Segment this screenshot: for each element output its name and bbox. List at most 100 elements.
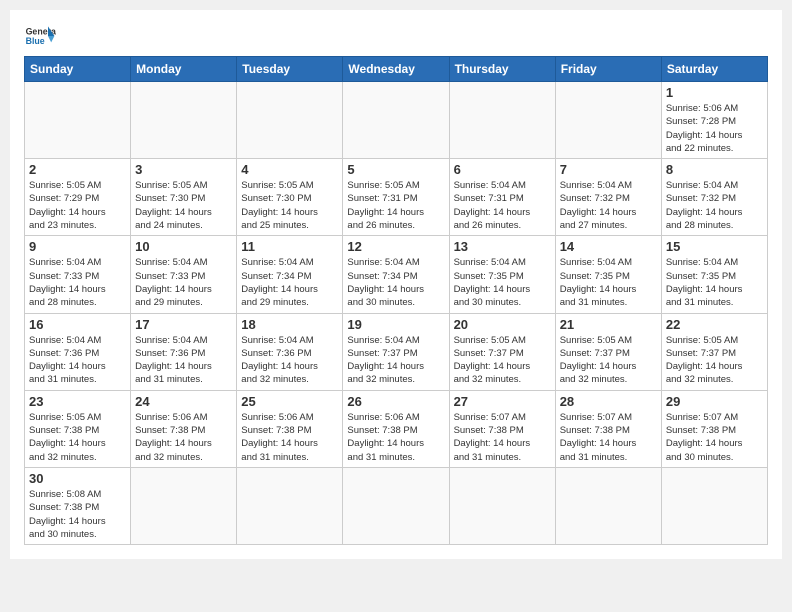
calendar-cell: 28 Sunrise: 5:07 AM Sunset: 7:38 PM Dayli… [555,390,661,467]
calendar-cell [555,467,661,544]
weekday-header-thursday: Thursday [449,57,555,82]
calendar-cell: 19 Sunrise: 5:04 AM Sunset: 7:37 PM Dayli… [343,313,449,390]
calendar-cell [449,82,555,159]
day-info: Sunrise: 5:06 AM Sunset: 7:38 PM Dayligh… [241,411,338,464]
day-number: 11 [241,239,338,254]
calendar-cell: 24 Sunrise: 5:06 AM Sunset: 7:38 PM Dayli… [131,390,237,467]
calendar-cell: 2 Sunrise: 5:05 AM Sunset: 7:29 PM Daylig… [25,159,131,236]
calendar-cell: 29 Sunrise: 5:07 AM Sunset: 7:38 PM Dayli… [661,390,767,467]
calendar-cell: 20 Sunrise: 5:05 AM Sunset: 7:37 PM Dayli… [449,313,555,390]
day-info: Sunrise: 5:05 AM Sunset: 7:30 PM Dayligh… [241,179,338,232]
weekday-header-sunday: Sunday [25,57,131,82]
day-info: Sunrise: 5:05 AM Sunset: 7:37 PM Dayligh… [560,334,657,387]
calendar-cell: 27 Sunrise: 5:07 AM Sunset: 7:38 PM Dayli… [449,390,555,467]
day-number: 17 [135,317,232,332]
day-info: Sunrise: 5:04 AM Sunset: 7:34 PM Dayligh… [347,256,444,309]
day-number: 15 [666,239,763,254]
calendar-cell: 25 Sunrise: 5:06 AM Sunset: 7:38 PM Dayli… [237,390,343,467]
calendar-page: General Blue SundayMondayTuesdayWednesda… [10,10,782,559]
day-info: Sunrise: 5:04 AM Sunset: 7:31 PM Dayligh… [454,179,551,232]
day-number: 16 [29,317,126,332]
logo-icon: General Blue [24,20,56,52]
day-number: 8 [666,162,763,177]
weekday-header-saturday: Saturday [661,57,767,82]
calendar-week-row: 1Sunrise: 5:06 AM Sunset: 7:28 PM Daylig… [25,82,768,159]
day-number: 26 [347,394,444,409]
day-number: 21 [560,317,657,332]
calendar-cell: 13Sunrise: 5:04 AM Sunset: 7:35 PM Dayli… [449,236,555,313]
day-info: Sunrise: 5:05 AM Sunset: 7:37 PM Dayligh… [666,334,763,387]
day-number: 1 [666,85,763,100]
day-info: Sunrise: 5:05 AM Sunset: 7:29 PM Dayligh… [29,179,126,232]
calendar-cell [237,467,343,544]
weekday-header-wednesday: Wednesday [343,57,449,82]
day-number: 19 [347,317,444,332]
day-info: Sunrise: 5:07 AM Sunset: 7:38 PM Dayligh… [560,411,657,464]
calendar-cell: 16 Sunrise: 5:04 AM Sunset: 7:36 PM Dayli… [25,313,131,390]
day-number: 14 [560,239,657,254]
header: General Blue [24,20,768,52]
calendar-week-row: 2 Sunrise: 5:05 AM Sunset: 7:29 PM Daylig… [25,159,768,236]
calendar-week-row: 30 Sunrise: 5:08 AM Sunset: 7:38 PM Dayli… [25,467,768,544]
day-info: Sunrise: 5:04 AM Sunset: 7:32 PM Dayligh… [560,179,657,232]
day-number: 28 [560,394,657,409]
day-info: Sunrise: 5:04 AM Sunset: 7:36 PM Dayligh… [29,334,126,387]
day-info: Sunrise: 5:05 AM Sunset: 7:31 PM Dayligh… [347,179,444,232]
calendar-cell: 17 Sunrise: 5:04 AM Sunset: 7:36 PM Dayli… [131,313,237,390]
day-number: 10 [135,239,232,254]
day-info: Sunrise: 5:05 AM Sunset: 7:30 PM Dayligh… [135,179,232,232]
day-number: 25 [241,394,338,409]
calendar-cell: 3Sunrise: 5:05 AM Sunset: 7:30 PM Daylig… [131,159,237,236]
day-number: 27 [454,394,551,409]
day-number: 30 [29,471,126,486]
weekday-header-friday: Friday [555,57,661,82]
day-number: 6 [454,162,551,177]
day-info: Sunrise: 5:06 AM Sunset: 7:38 PM Dayligh… [135,411,232,464]
weekday-header-row: SundayMondayTuesdayWednesdayThursdayFrid… [25,57,768,82]
calendar-table: SundayMondayTuesdayWednesdayThursdayFrid… [24,56,768,545]
day-number: 22 [666,317,763,332]
calendar-cell: 8 Sunrise: 5:04 AM Sunset: 7:32 PM Daylig… [661,159,767,236]
calendar-cell [131,467,237,544]
calendar-week-row: 16 Sunrise: 5:04 AM Sunset: 7:36 PM Dayli… [25,313,768,390]
calendar-cell: 21 Sunrise: 5:05 AM Sunset: 7:37 PM Dayli… [555,313,661,390]
day-info: Sunrise: 5:04 AM Sunset: 7:36 PM Dayligh… [135,334,232,387]
weekday-header-monday: Monday [131,57,237,82]
calendar-cell: 30 Sunrise: 5:08 AM Sunset: 7:38 PM Dayli… [25,467,131,544]
calendar-cell: 23Sunrise: 5:05 AM Sunset: 7:38 PM Dayli… [25,390,131,467]
calendar-cell: 4 Sunrise: 5:05 AM Sunset: 7:30 PM Daylig… [237,159,343,236]
day-info: Sunrise: 5:04 AM Sunset: 7:33 PM Dayligh… [135,256,232,309]
day-number: 13 [454,239,551,254]
calendar-cell [555,82,661,159]
day-info: Sunrise: 5:06 AM Sunset: 7:38 PM Dayligh… [347,411,444,464]
day-number: 4 [241,162,338,177]
calendar-cell: 7Sunrise: 5:04 AM Sunset: 7:32 PM Daylig… [555,159,661,236]
calendar-cell: 5 Sunrise: 5:05 AM Sunset: 7:31 PM Daylig… [343,159,449,236]
calendar-cell: 22 Sunrise: 5:05 AM Sunset: 7:37 PM Dayli… [661,313,767,390]
calendar-cell: 6 Sunrise: 5:04 AM Sunset: 7:31 PM Daylig… [449,159,555,236]
calendar-cell: 26 Sunrise: 5:06 AM Sunset: 7:38 PM Dayli… [343,390,449,467]
day-info: Sunrise: 5:05 AM Sunset: 7:38 PM Dayligh… [29,411,126,464]
day-info: Sunrise: 5:07 AM Sunset: 7:38 PM Dayligh… [454,411,551,464]
day-info: Sunrise: 5:07 AM Sunset: 7:38 PM Dayligh… [666,411,763,464]
day-number: 18 [241,317,338,332]
day-info: Sunrise: 5:05 AM Sunset: 7:37 PM Dayligh… [454,334,551,387]
calendar-cell: 11 Sunrise: 5:04 AM Sunset: 7:34 PM Dayli… [237,236,343,313]
day-info: Sunrise: 5:04 AM Sunset: 7:37 PM Dayligh… [347,334,444,387]
day-number: 24 [135,394,232,409]
calendar-cell: 9Sunrise: 5:04 AM Sunset: 7:33 PM Daylig… [25,236,131,313]
day-number: 2 [29,162,126,177]
calendar-cell: 1Sunrise: 5:06 AM Sunset: 7:28 PM Daylig… [661,82,767,159]
day-info: Sunrise: 5:04 AM Sunset: 7:36 PM Dayligh… [241,334,338,387]
day-info: Sunrise: 5:04 AM Sunset: 7:33 PM Dayligh… [29,256,126,309]
day-info: Sunrise: 5:04 AM Sunset: 7:35 PM Dayligh… [666,256,763,309]
day-number: 29 [666,394,763,409]
calendar-cell [131,82,237,159]
day-number: 20 [454,317,551,332]
day-number: 5 [347,162,444,177]
svg-text:Blue: Blue [26,36,45,46]
day-info: Sunrise: 5:04 AM Sunset: 7:34 PM Dayligh… [241,256,338,309]
day-info: Sunrise: 5:08 AM Sunset: 7:38 PM Dayligh… [29,488,126,541]
day-info: Sunrise: 5:04 AM Sunset: 7:32 PM Dayligh… [666,179,763,232]
day-info: Sunrise: 5:04 AM Sunset: 7:35 PM Dayligh… [560,256,657,309]
